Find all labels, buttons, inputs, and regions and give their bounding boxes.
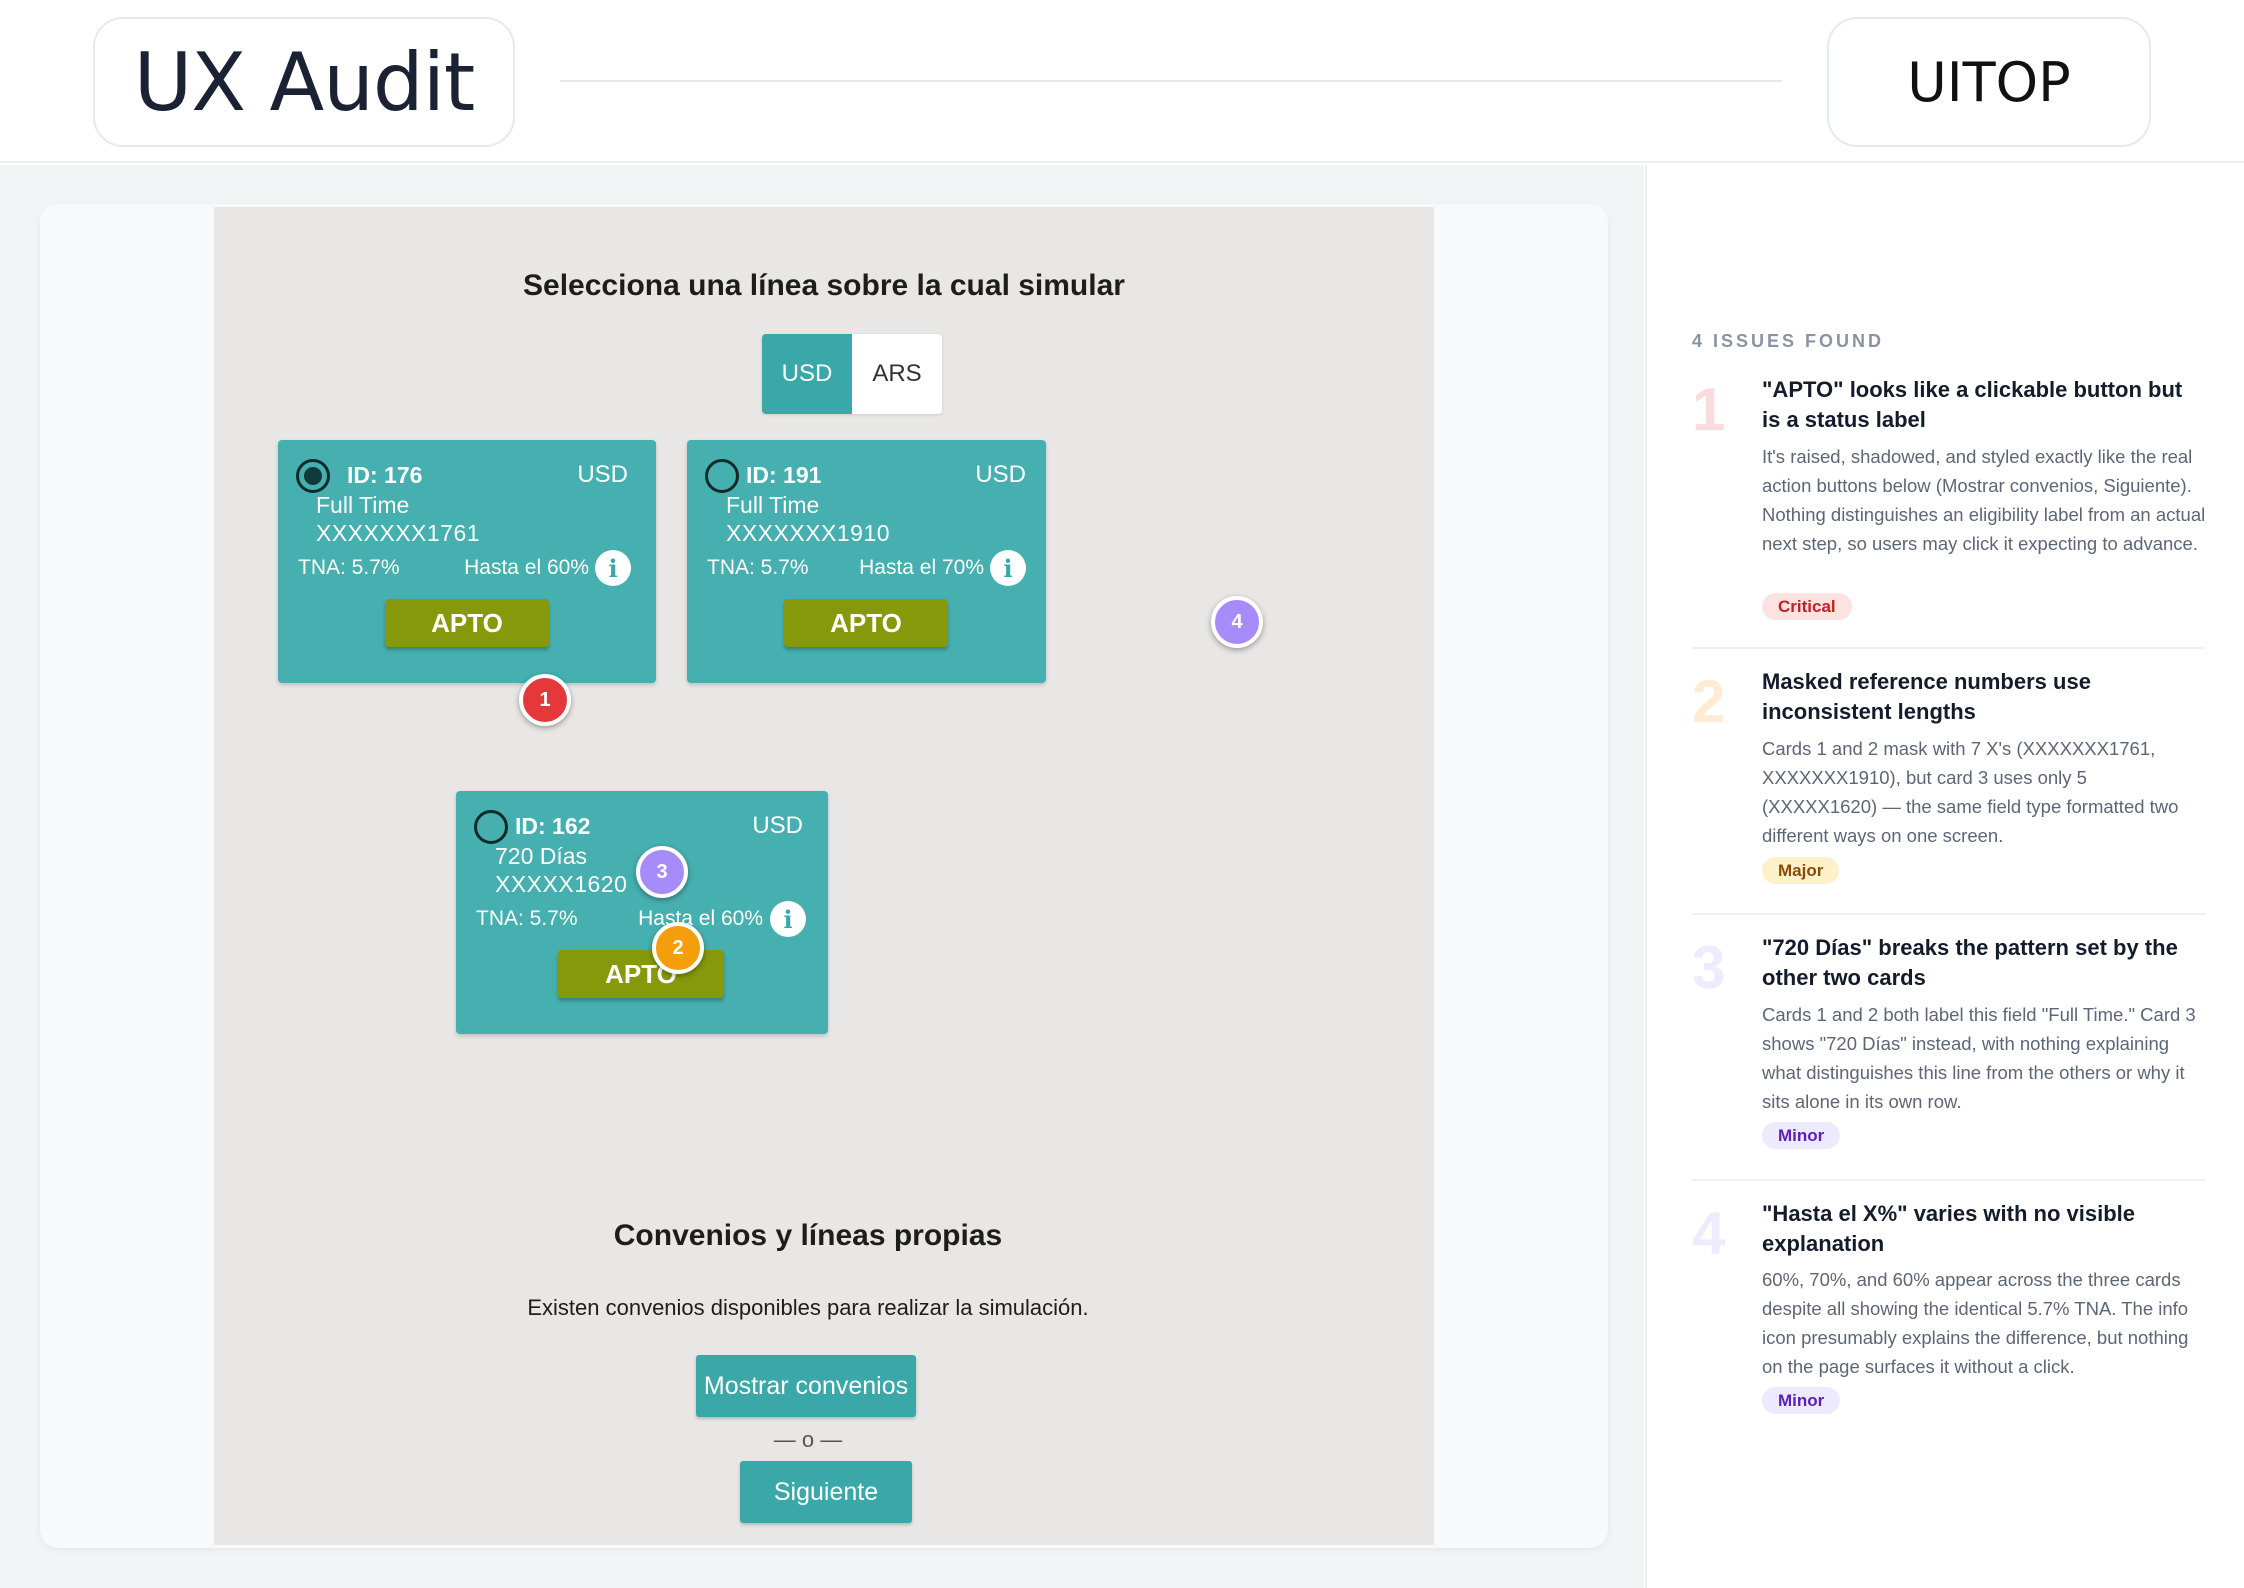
line-radio-191[interactable] [705, 459, 739, 493]
card-limit: Hasta el 70% [859, 556, 984, 579]
card-type: 720 Días [495, 843, 588, 869]
apto-status-label[interactable]: APTO [784, 599, 948, 647]
severity-badge-minor: Minor [1762, 1122, 1841, 1149]
convenios-heading: Convenios y líneas propias [613, 1219, 1003, 1252]
issue-marker-4[interactable]: 4 [1211, 596, 1263, 648]
card-mask-number: XXXXXXX1761 [316, 520, 481, 546]
issue-number: 3 [1692, 934, 1726, 1001]
info-icon[interactable]: i [595, 550, 631, 586]
card-id: ID: 191 [746, 462, 822, 488]
severity-badge-major: Major [1762, 857, 1840, 884]
line-card-176[interactable]: ID: 176 USD Full Time XXXXXXX1761 TNA: 5… [278, 440, 656, 683]
card-limit: Hasta el 60% [464, 556, 589, 579]
card-currency: USD [752, 812, 803, 839]
issue-number: 1 [1692, 376, 1726, 443]
brand-logo: UITOP [1907, 50, 2071, 114]
issue-description: Cards 1 and 2 mask with 7 X's (XXXXXXX17… [1762, 738, 2179, 846]
issue-item-1[interactable]: 1 "APTO" looks like a clickable button b… [1692, 375, 2206, 635]
card-currency: USD [577, 461, 628, 488]
issue-title: "720 Días" breaks the pattern set by the… [1762, 935, 2178, 990]
card-id: ID: 176 [347, 462, 423, 488]
issue-title: Masked reference numbers use inconsisten… [1762, 669, 2091, 724]
page-title: UX Audit [133, 35, 476, 129]
issue-item-4[interactable]: 4 "Hasta el X%" varies with no visible e… [1692, 1199, 2206, 1449]
issues-panel: 4 ISSUES FOUND 1 "APTO" looks like a cli… [1645, 165, 2244, 1588]
card-currency: USD [975, 461, 1026, 488]
issue-title: "Hasta el X%" varies with no visible exp… [1762, 1201, 2136, 1256]
issue-divider [1692, 647, 2206, 649]
card-tna: TNA: 5.7% [298, 556, 400, 579]
issue-description: It's raised, shadowed, and styled exactl… [1762, 446, 2206, 554]
screen-heading: Selecciona una línea sobre la cual simul… [523, 269, 1125, 302]
issue-title: "APTO" looks like a clickable button but… [1762, 377, 2183, 432]
siguiente-button[interactable]: Siguiente [740, 1461, 912, 1523]
audit-title-pill: UX Audit [93, 17, 515, 147]
card-limit: Hasta el 60% [638, 907, 763, 930]
currency-usd-button[interactable]: USD [762, 334, 852, 414]
severity-badge-minor: Minor [1762, 1387, 1841, 1414]
or-separator: — o — [773, 1427, 843, 1452]
issue-marker-3[interactable]: 3 [636, 846, 688, 898]
issue-number: 4 [1692, 1200, 1726, 1267]
line-radio-162[interactable] [474, 810, 508, 844]
audited-screenshot: Selecciona una línea sobre la cual simul… [214, 207, 1434, 1545]
issues-count-label: 4 ISSUES FOUND [1692, 331, 1885, 351]
apto-status-label[interactable]: APTO [385, 599, 549, 647]
card-mask-number: XXXXX1620 [495, 871, 628, 897]
issue-marker-2[interactable]: 2 [652, 922, 704, 974]
issue-description: 60%, 70%, and 60% appear across the thre… [1762, 1269, 2189, 1377]
issue-divider [1692, 913, 2206, 915]
card-mask-number: XXXXXXX1910 [726, 520, 891, 546]
info-icon[interactable]: i [770, 901, 806, 937]
header: UX Audit UITOP [0, 0, 2244, 163]
line-card-191[interactable]: ID: 191 USD Full Time XXXXXXX1910 TNA: 5… [687, 440, 1046, 683]
issue-number: 2 [1692, 668, 1726, 735]
line-card-162[interactable]: ID: 162 USD 720 Días XXXXX1620 TNA: 5.7%… [456, 791, 828, 1034]
issue-item-2[interactable]: 2 Masked reference numbers use inconsist… [1692, 667, 2206, 907]
issue-item-3[interactable]: 3 "720 Días" breaks the pattern set by t… [1692, 933, 2206, 1183]
line-radio-176[interactable] [296, 459, 330, 493]
brand-pill[interactable]: UITOP [1827, 17, 2151, 147]
currency-toggle: USD ARS [762, 334, 942, 414]
header-divider [560, 80, 1782, 82]
card-type: Full Time [316, 492, 410, 518]
issue-divider [1692, 1179, 2206, 1181]
info-icon[interactable]: i [990, 550, 1026, 586]
issue-marker-1[interactable]: 1 [519, 674, 571, 726]
mostrar-convenios-button[interactable]: Mostrar convenios [696, 1355, 916, 1417]
issue-description: Cards 1 and 2 both label this field "Ful… [1762, 1004, 2196, 1112]
card-tna: TNA: 5.7% [707, 556, 809, 579]
card-id: ID: 162 [515, 813, 591, 839]
convenios-text: Existen convenios disponibles para reali… [527, 1295, 1089, 1320]
severity-badge-critical: Critical [1762, 593, 1852, 620]
currency-ars-button[interactable]: ARS [852, 334, 942, 414]
card-type: Full Time [726, 492, 820, 518]
card-tna: TNA: 5.7% [476, 907, 578, 930]
